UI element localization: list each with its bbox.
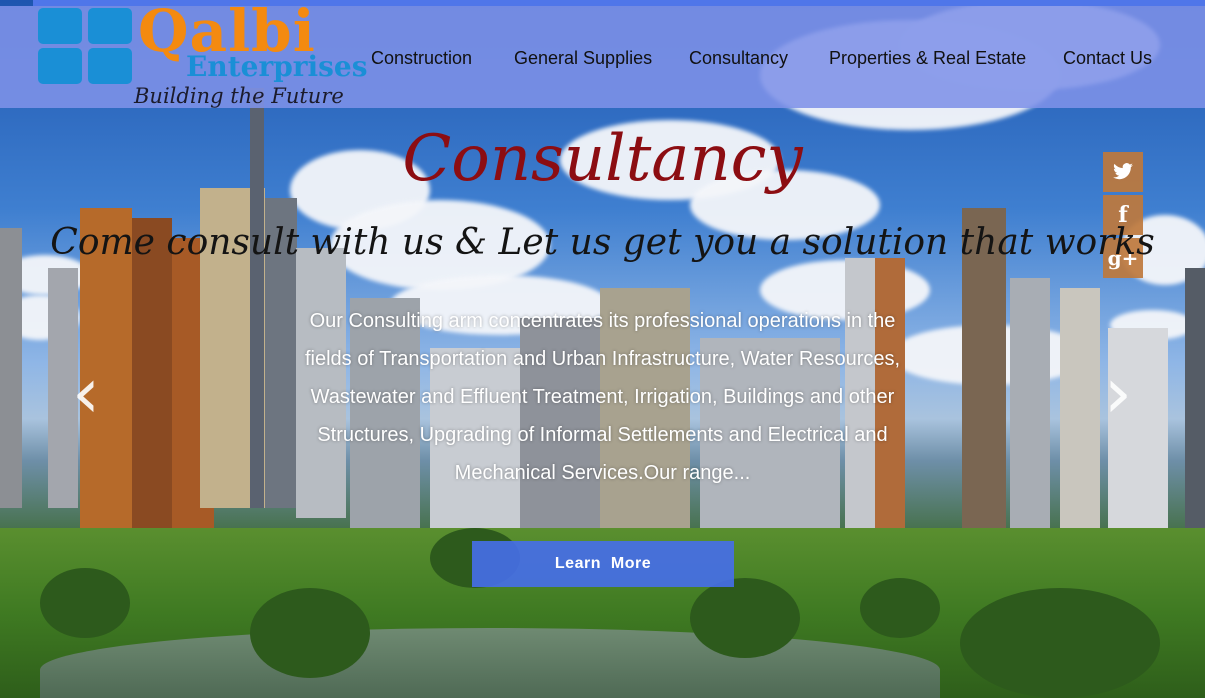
logo-tiles-icon — [38, 8, 134, 88]
nav-contact-us[interactable]: Contact Us — [1063, 48, 1152, 69]
carousel-prev-arrow-icon[interactable]: ‹ — [72, 358, 112, 430]
nav-construction[interactable]: Construction — [371, 48, 472, 69]
navbar: Qalbi Enterprises Building the Future Co… — [0, 0, 1205, 108]
slide-title: Consultancy — [402, 122, 803, 196]
nav-consultancy[interactable]: Consultancy — [689, 48, 788, 69]
nav-general-supplies[interactable]: General Supplies — [514, 48, 652, 69]
logo[interactable]: Qalbi Enterprises Building the Future — [38, 0, 368, 108]
carousel-next-arrow-icon[interactable]: › — [1104, 358, 1144, 430]
slide-body-text: Our Consulting arm concentrates its prof… — [304, 310, 901, 484]
nav-properties-real-estate[interactable]: Properties & Real Estate — [829, 48, 1026, 69]
logo-tagline: Building the Future — [134, 84, 344, 108]
slide-subtitle: Come consult with us & Let us get you a … — [50, 222, 1155, 263]
logo-subtitle: Enterprises — [186, 50, 368, 83]
learn-more-button[interactable]: Learn More — [472, 541, 734, 587]
